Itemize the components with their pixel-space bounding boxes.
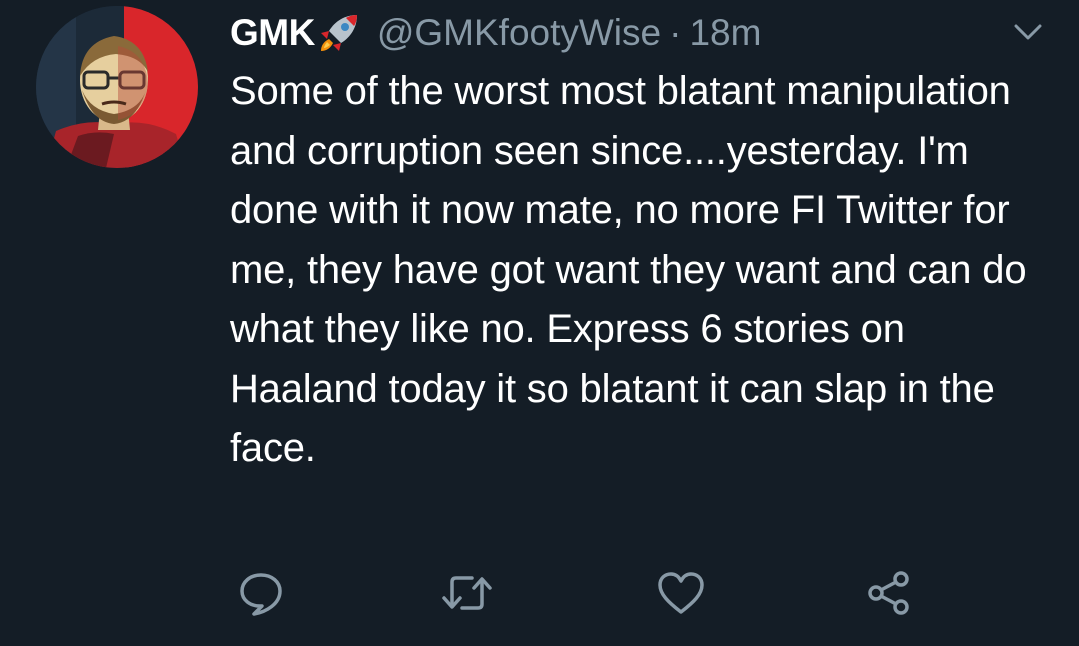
reply-button[interactable] [234,566,288,620]
separator-dot: · [669,12,682,53]
avatar[interactable] [36,6,198,168]
reply-icon [240,573,282,616]
chevron-down-icon[interactable] [1013,20,1043,44]
like-button[interactable] [654,566,708,620]
retweet-button[interactable] [440,566,494,620]
like-heart-icon [658,572,704,614]
tweet-actions [0,566,1079,620]
tweet-header: GMK @GMKfootyWise · 18m [230,8,761,58]
avatar-image [36,6,198,168]
tweet-text: Some of the worst most blatant manipulat… [230,69,1027,470]
display-name[interactable]: GMK [230,12,315,54]
timestamp[interactable]: 18m [689,12,761,54]
tweet-card[interactable]: GMK @GMKfootyWise · 18m Some of the wors… [0,0,1079,646]
rocket-icon [317,11,361,55]
user-handle[interactable]: @GMKfootyWise [377,12,661,54]
share-icon [868,571,909,615]
share-button[interactable] [862,566,916,620]
retweet-icon [442,576,492,610]
